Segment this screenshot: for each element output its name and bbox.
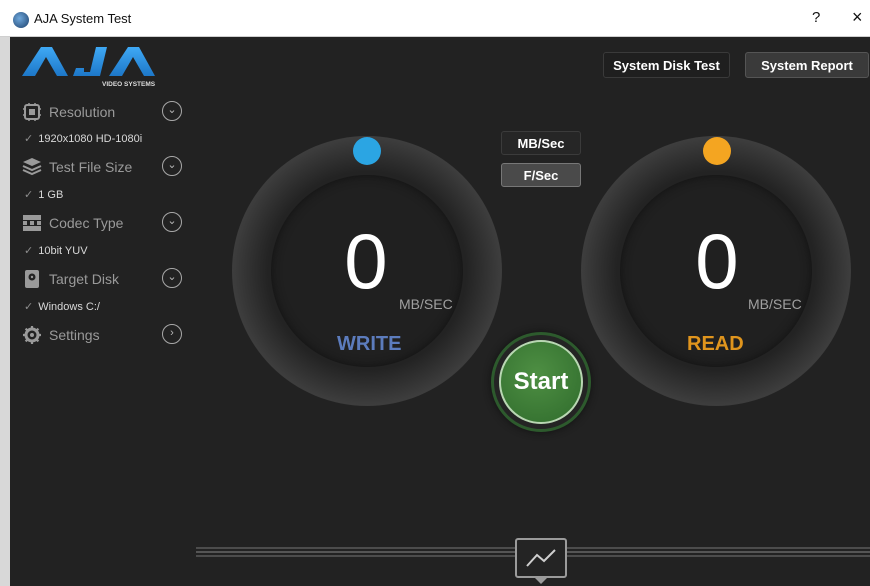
codec-type-value: ✓ 10bit YUV: [24, 245, 88, 257]
read-unit: MB/SEC: [748, 296, 802, 312]
sidebar-item-target-disk[interactable]: Target Disk ⌄: [22, 267, 192, 291]
system-disk-test-button[interactable]: System Disk Test: [603, 52, 730, 78]
left-edge-strip: [0, 37, 10, 586]
mb-sec-toggle[interactable]: MB/Sec: [501, 131, 581, 155]
sidebar-item-label: Resolution: [49, 104, 116, 120]
sidebar-item-codec-type[interactable]: Codec Type ⌄: [22, 211, 192, 235]
chevron-right-icon[interactable]: ›: [162, 324, 182, 344]
graph-pointer-icon: [533, 576, 549, 584]
write-indicator-dot: [353, 137, 381, 165]
sidebar-item-label: Target Disk: [49, 271, 120, 287]
chevron-down-icon[interactable]: ⌄: [162, 212, 182, 232]
sidebar-item-label: Test File Size: [49, 159, 133, 175]
sidebar-item-test-file-size[interactable]: Test File Size ⌄: [22, 155, 192, 179]
line-chart-icon: [526, 549, 556, 567]
logo-tagline: VIDEO SYSTEMS: [102, 81, 156, 88]
aja-logo: VIDEO SYSTEMS: [22, 47, 156, 88]
app-icon: [13, 12, 29, 28]
read-value: 0: [695, 217, 739, 305]
chevron-down-icon[interactable]: ⌄: [162, 156, 182, 176]
sidebar-item-label: Codec Type: [49, 215, 124, 231]
target-disk-value: ✓ Windows C:/: [24, 301, 100, 313]
grid-icon: [23, 215, 41, 231]
chevron-down-icon[interactable]: ⌄: [162, 101, 182, 121]
start-button[interactable]: Start: [491, 332, 591, 432]
test-file-size-value: ✓ 1 GB: [24, 189, 64, 201]
stack-icon: [22, 158, 42, 176]
resolution-icon: [23, 103, 41, 121]
graph-button[interactable]: [515, 538, 567, 578]
sidebar-item-settings[interactable]: Settings ›: [22, 323, 192, 347]
f-sec-toggle[interactable]: F/Sec: [501, 163, 581, 187]
chevron-down-icon[interactable]: ⌄: [162, 268, 182, 288]
gear-icon: [23, 326, 41, 344]
help-button[interactable]: ?: [812, 9, 820, 26]
start-button-label: Start: [513, 368, 569, 395]
close-button[interactable]: ×: [852, 7, 863, 28]
window-title: AJA System Test: [34, 11, 132, 26]
sidebar-item-label: Settings: [49, 327, 100, 343]
title-bar: AJA System Test ? ×: [0, 0, 870, 37]
read-indicator-dot: [703, 137, 731, 165]
write-value: 0: [344, 217, 388, 305]
app-window: AJA System Test ? × VIDEO SYSTEMS System…: [0, 0, 870, 586]
write-unit: MB/SEC: [399, 296, 453, 312]
system-report-button[interactable]: System Report: [745, 52, 869, 78]
disk-icon: [25, 270, 39, 288]
sidebar-item-resolution[interactable]: Resolution ⌄: [22, 100, 192, 124]
write-label: WRITE: [337, 333, 402, 355]
read-label: READ: [687, 333, 744, 355]
start-button-core[interactable]: Start: [499, 340, 583, 424]
resolution-value: ✓ 1920x1080 HD-1080i: [24, 133, 143, 145]
